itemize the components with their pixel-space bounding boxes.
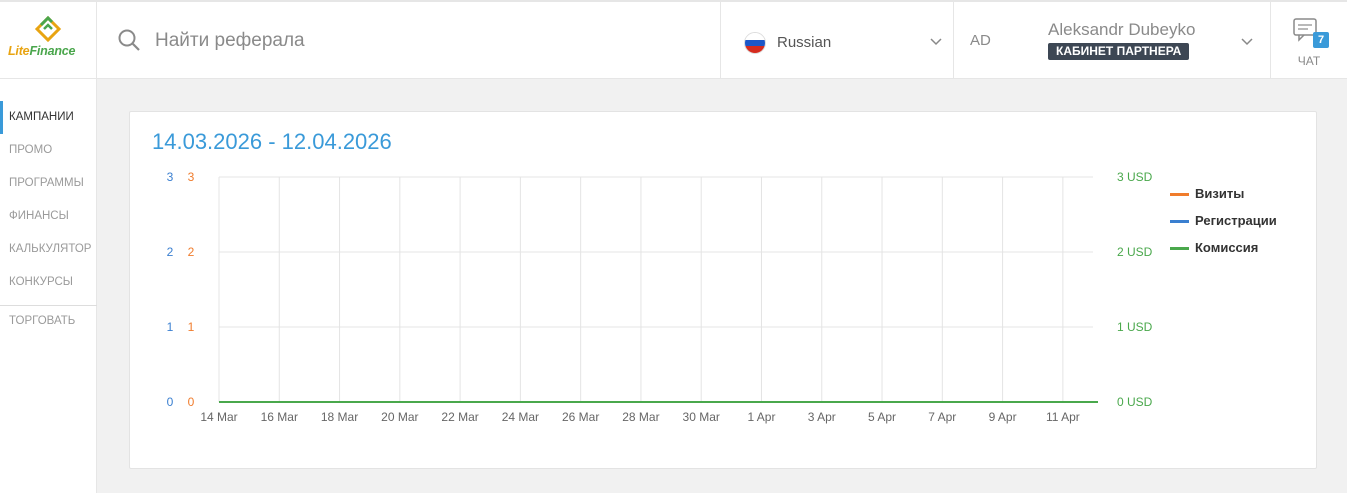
user-initials: AD <box>970 32 991 49</box>
sidebar-item-calculator[interactable]: КАЛЬКУЛЯТОР <box>0 233 97 266</box>
partner-cabinet-badge: КАБИНЕТ ПАРТНЕРА <box>1048 43 1190 60</box>
top-header: LiteFinance Russian AD Aleksandr Dubeyko… <box>0 0 1347 79</box>
x-tick-label: 20 Mar <box>381 410 418 424</box>
x-tick-label: 22 Mar <box>441 410 478 424</box>
chat-label: ЧАТ <box>1297 54 1321 68</box>
x-tick-label: 11 Apr <box>1046 410 1080 424</box>
logo-wordmark: LiteFinance <box>8 44 75 58</box>
legend-item-commission[interactable]: Комиссия <box>1170 238 1310 258</box>
stats-chart-card: 14.03.2026 - 12.04.2026 012301230 USD 1 U… <box>129 111 1317 469</box>
y-tick-visits: 2 <box>188 245 195 259</box>
legend-label-registrations: Регистрации <box>1195 213 1277 228</box>
y-tick-commission: 2 USD <box>1117 245 1153 259</box>
y-tick-visits: 3 <box>188 170 195 184</box>
logo-lite: Lite <box>8 44 30 58</box>
sidebar-item-campaigns[interactable]: КАМПАНИИ <box>0 101 97 134</box>
y-tick-registrations: 3 <box>167 170 174 184</box>
chevron-down-icon <box>930 38 942 46</box>
language-selector[interactable]: Russian <box>720 2 954 79</box>
search-input[interactable] <box>155 24 695 58</box>
logo-finance: Finance <box>29 44 76 58</box>
y-tick-registrations: 0 <box>167 395 174 409</box>
sidebar-nav: КАМПАНИИ ПРОМО ПРОГРАММЫ ФИНАНСЫ КАЛЬКУЛ… <box>0 79 97 493</box>
brand-logo[interactable]: LiteFinance <box>0 2 97 79</box>
x-tick-label: 7 Apr <box>928 410 956 424</box>
y-tick-commission: 3 USD <box>1117 170 1153 184</box>
logo-icon <box>34 15 62 43</box>
user-name: Aleksandr Dubeyko <box>1048 20 1196 39</box>
x-tick-label: 26 Mar <box>562 410 599 424</box>
x-tick-label: 9 Apr <box>989 410 1017 424</box>
x-tick-label: 30 Mar <box>683 410 720 424</box>
y-tick-visits: 0 <box>188 395 195 409</box>
x-tick-label: 1 Apr <box>747 410 775 424</box>
legend-label-visits: Визиты <box>1195 186 1245 201</box>
x-tick-label: 24 Mar <box>502 410 539 424</box>
legend-label-commission: Комиссия <box>1195 240 1259 255</box>
sidebar-item-promo[interactable]: ПРОМО <box>0 134 97 167</box>
legend-item-visits[interactable]: Визиты <box>1170 184 1310 204</box>
x-tick-label: 28 Mar <box>622 410 659 424</box>
x-tick-label: 18 Mar <box>321 410 358 424</box>
sidebar-item-contests[interactable]: КОНКУРСЫ <box>0 266 97 299</box>
y-tick-commission: 0 USD <box>1117 395 1153 409</box>
chat-button[interactable]: 7 ЧАТ <box>1271 2 1347 79</box>
legend-item-registrations[interactable]: Регистрации <box>1170 211 1310 231</box>
y-tick-registrations: 1 <box>167 320 174 334</box>
russia-flag-icon <box>744 32 766 54</box>
language-label: Russian <box>777 34 832 51</box>
legend-swatch-visits <box>1170 193 1189 196</box>
legend-swatch-registrations <box>1170 220 1189 223</box>
stats-chart: 0 1 2 3 0 1 2 3 0 USD 1 USD 2 USD 3 USD 14 Mar 16 Mar… <box>167 170 1153 424</box>
y-tick-visits: 1 <box>188 320 195 334</box>
x-tick-label: 5 Apr <box>868 410 896 424</box>
sidebar-item-finance[interactable]: ФИНАНСЫ <box>0 200 97 233</box>
search-bar <box>97 2 720 79</box>
user-menu[interactable]: AD Aleksandr Dubeyko КАБИНЕТ ПАРТНЕРА <box>954 2 1271 79</box>
x-tick-label: 3 Apr <box>808 410 836 424</box>
y-tick-commission: 1 USD <box>1117 320 1153 334</box>
chat-unread-badge: 7 <box>1313 32 1329 48</box>
legend-swatch-commission <box>1170 247 1189 250</box>
x-tick-label: 16 Mar <box>261 410 298 424</box>
x-tick-label: 14 Mar <box>200 410 237 424</box>
search-icon[interactable] <box>117 28 141 52</box>
chevron-down-icon <box>1241 38 1253 46</box>
y-tick-registrations: 2 <box>167 245 174 259</box>
sidebar-item-programs[interactable]: ПРОГРАММЫ <box>0 167 97 200</box>
sidebar-item-trade[interactable]: ТОРГОВАТЬ <box>0 305 97 338</box>
